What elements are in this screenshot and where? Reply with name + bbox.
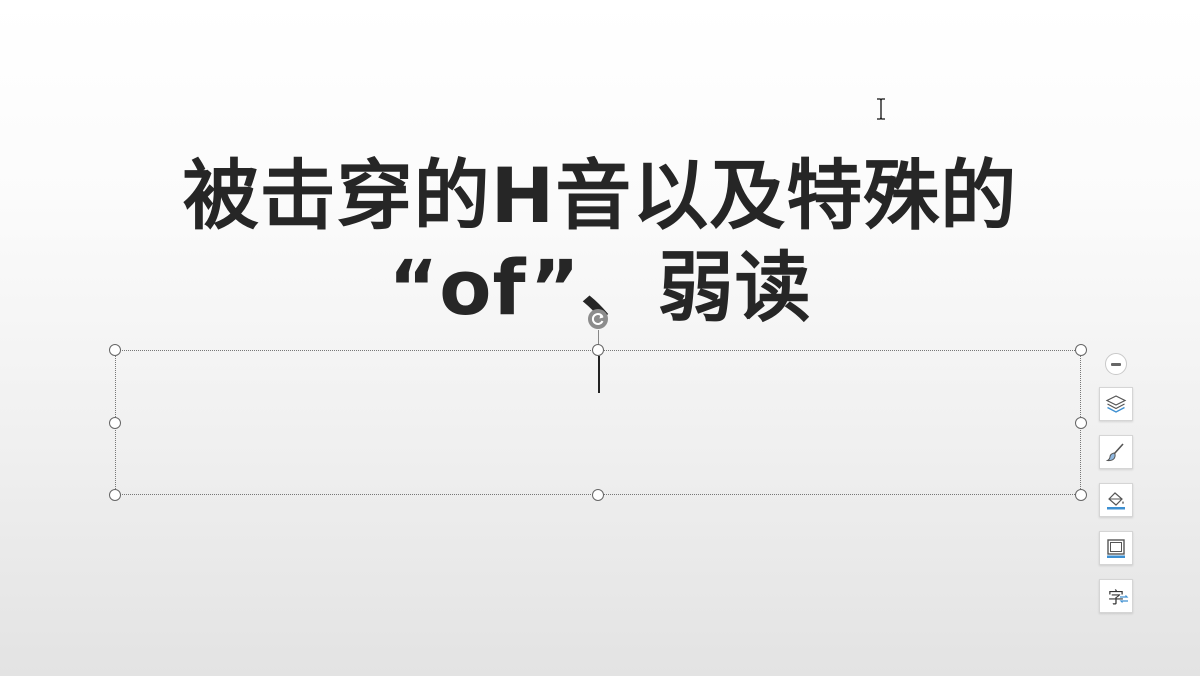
minus-icon bbox=[1111, 362, 1121, 366]
fill-bucket-icon bbox=[1107, 492, 1125, 510]
border-button[interactable] bbox=[1099, 531, 1133, 565]
resize-handle-top-left[interactable] bbox=[109, 344, 121, 356]
border-frame-icon bbox=[1107, 539, 1125, 558]
fill-button[interactable] bbox=[1099, 483, 1133, 517]
slide-title[interactable]: 被击穿的H音以及特殊的 “of”、弱读 bbox=[0, 150, 1200, 334]
resize-handle-right[interactable] bbox=[1075, 417, 1087, 429]
title-line-1: 被击穿的H音以及特殊的 bbox=[182, 151, 1018, 240]
resize-handle-bottom-left[interactable] bbox=[109, 489, 121, 501]
rotate-handle-icon[interactable] bbox=[587, 308, 609, 330]
slide-canvas[interactable]: 被击穿的H音以及特殊的 “of”、弱读 字 bbox=[0, 0, 1200, 676]
text-direction-button[interactable]: 字 bbox=[1099, 579, 1133, 613]
brush-icon bbox=[1105, 443, 1124, 462]
swap-arrows-icon bbox=[1119, 595, 1129, 603]
text-caret bbox=[598, 356, 600, 393]
brush-button[interactable] bbox=[1099, 435, 1133, 469]
layers-icon bbox=[1105, 395, 1127, 413]
ibeam-cursor-icon bbox=[877, 98, 885, 120]
resize-handle-bottom[interactable] bbox=[592, 489, 604, 501]
resize-handle-bottom-right[interactable] bbox=[1075, 489, 1087, 501]
resize-handle-top[interactable] bbox=[592, 344, 604, 356]
layers-button[interactable] bbox=[1099, 387, 1133, 421]
resize-handle-left[interactable] bbox=[109, 417, 121, 429]
resize-handle-top-right[interactable] bbox=[1075, 344, 1087, 356]
collapse-toolbar-button[interactable] bbox=[1105, 353, 1127, 375]
